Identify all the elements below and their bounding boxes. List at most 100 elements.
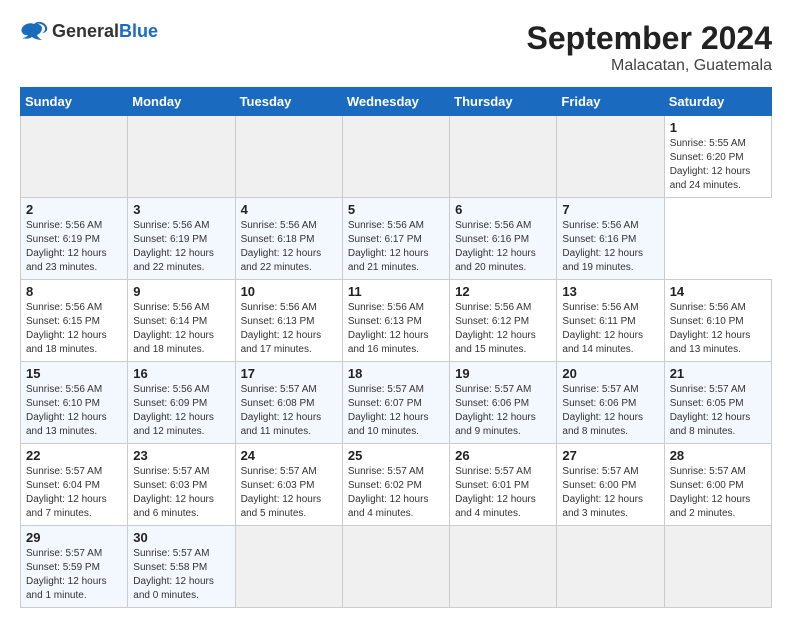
day-detail: Sunrise: 5:57 AMSunset: 6:03 PMDaylight:… bbox=[241, 466, 322, 519]
logo: GeneralBlue bbox=[20, 20, 158, 44]
calendar-cell: 17 Sunrise: 5:57 AMSunset: 6:08 PMDaylig… bbox=[235, 362, 342, 444]
calendar-cell: 20 Sunrise: 5:57 AMSunset: 6:06 PMDaylig… bbox=[557, 362, 664, 444]
location-title: Malacatan, Guatemala bbox=[527, 57, 772, 75]
day-number: 13 bbox=[562, 284, 658, 299]
day-number: 25 bbox=[348, 448, 444, 463]
calendar-cell bbox=[342, 116, 449, 198]
calendar-cell: 13 Sunrise: 5:56 AMSunset: 6:11 PMDaylig… bbox=[557, 280, 664, 362]
day-number: 26 bbox=[455, 448, 551, 463]
day-detail: Sunrise: 5:56 AMSunset: 6:18 PMDaylight:… bbox=[241, 220, 322, 273]
day-number: 11 bbox=[348, 284, 444, 299]
day-detail: Sunrise: 5:57 AMSunset: 6:02 PMDaylight:… bbox=[348, 466, 429, 519]
day-detail: Sunrise: 5:57 AMSunset: 5:58 PMDaylight:… bbox=[133, 548, 214, 601]
calendar-cell bbox=[128, 116, 235, 198]
day-detail: Sunrise: 5:57 AMSunset: 6:03 PMDaylight:… bbox=[133, 466, 214, 519]
calendar-cell: 21 Sunrise: 5:57 AMSunset: 6:05 PMDaylig… bbox=[664, 362, 771, 444]
calendar-cell bbox=[450, 526, 557, 608]
day-number: 30 bbox=[133, 530, 229, 545]
logo-icon bbox=[20, 20, 48, 44]
day-number: 27 bbox=[562, 448, 658, 463]
day-detail: Sunrise: 5:57 AMSunset: 6:04 PMDaylight:… bbox=[26, 466, 107, 519]
day-detail: Sunrise: 5:57 AMSunset: 6:00 PMDaylight:… bbox=[670, 466, 751, 519]
calendar-week-0: 1 Sunrise: 5:55 AMSunset: 6:20 PMDayligh… bbox=[21, 116, 772, 198]
calendar-cell: 12 Sunrise: 5:56 AMSunset: 6:12 PMDaylig… bbox=[450, 280, 557, 362]
day-detail: Sunrise: 5:56 AMSunset: 6:09 PMDaylight:… bbox=[133, 384, 214, 437]
day-number: 14 bbox=[670, 284, 766, 299]
calendar-cell bbox=[342, 526, 449, 608]
calendar-cell bbox=[664, 526, 771, 608]
calendar-cell: 5 Sunrise: 5:56 AMSunset: 6:17 PMDayligh… bbox=[342, 198, 449, 280]
day-detail: Sunrise: 5:56 AMSunset: 6:19 PMDaylight:… bbox=[133, 220, 214, 273]
calendar-cell bbox=[235, 116, 342, 198]
day-detail: Sunrise: 5:56 AMSunset: 6:16 PMDaylight:… bbox=[455, 220, 536, 273]
calendar-cell: 23 Sunrise: 5:57 AMSunset: 6:03 PMDaylig… bbox=[128, 444, 235, 526]
day-number: 16 bbox=[133, 366, 229, 381]
day-detail: Sunrise: 5:57 AMSunset: 6:01 PMDaylight:… bbox=[455, 466, 536, 519]
day-detail: Sunrise: 5:56 AMSunset: 6:13 PMDaylight:… bbox=[348, 302, 429, 355]
day-number: 1 bbox=[670, 120, 766, 135]
day-detail: Sunrise: 5:57 AMSunset: 6:06 PMDaylight:… bbox=[455, 384, 536, 437]
calendar-cell: 16 Sunrise: 5:56 AMSunset: 6:09 PMDaylig… bbox=[128, 362, 235, 444]
day-detail: Sunrise: 5:57 AMSunset: 6:06 PMDaylight:… bbox=[562, 384, 643, 437]
day-number: 4 bbox=[241, 202, 337, 217]
day-detail: Sunrise: 5:56 AMSunset: 6:10 PMDaylight:… bbox=[26, 384, 107, 437]
day-number: 24 bbox=[241, 448, 337, 463]
header-saturday: Saturday bbox=[664, 88, 771, 116]
day-number: 29 bbox=[26, 530, 122, 545]
calendar-table: SundayMondayTuesdayWednesdayThursdayFrid… bbox=[20, 87, 772, 608]
day-detail: Sunrise: 5:57 AMSunset: 6:08 PMDaylight:… bbox=[241, 384, 322, 437]
calendar-cell: 29 Sunrise: 5:57 AMSunset: 5:59 PMDaylig… bbox=[21, 526, 128, 608]
day-detail: Sunrise: 5:57 AMSunset: 5:59 PMDaylight:… bbox=[26, 548, 107, 601]
day-detail: Sunrise: 5:56 AMSunset: 6:13 PMDaylight:… bbox=[241, 302, 322, 355]
day-number: 7 bbox=[562, 202, 658, 217]
calendar-cell bbox=[235, 526, 342, 608]
header-tuesday: Tuesday bbox=[235, 88, 342, 116]
calendar-cell: 22 Sunrise: 5:57 AMSunset: 6:04 PMDaylig… bbox=[21, 444, 128, 526]
header: GeneralBlue September 2024 Malacatan, Gu… bbox=[20, 20, 772, 75]
day-number: 20 bbox=[562, 366, 658, 381]
header-friday: Friday bbox=[557, 88, 664, 116]
calendar-week-3: 15 Sunrise: 5:56 AMSunset: 6:10 PMDaylig… bbox=[21, 362, 772, 444]
day-number: 21 bbox=[670, 366, 766, 381]
day-detail: Sunrise: 5:56 AMSunset: 6:10 PMDaylight:… bbox=[670, 302, 751, 355]
calendar-cell: 18 Sunrise: 5:57 AMSunset: 6:07 PMDaylig… bbox=[342, 362, 449, 444]
day-number: 6 bbox=[455, 202, 551, 217]
day-number: 8 bbox=[26, 284, 122, 299]
calendar-cell: 3 Sunrise: 5:56 AMSunset: 6:19 PMDayligh… bbox=[128, 198, 235, 280]
calendar-cell: 4 Sunrise: 5:56 AMSunset: 6:18 PMDayligh… bbox=[235, 198, 342, 280]
calendar-week-1: 2 Sunrise: 5:56 AMSunset: 6:19 PMDayligh… bbox=[21, 198, 772, 280]
calendar-cell bbox=[557, 116, 664, 198]
calendar-week-2: 8 Sunrise: 5:56 AMSunset: 6:15 PMDayligh… bbox=[21, 280, 772, 362]
calendar-cell: 25 Sunrise: 5:57 AMSunset: 6:02 PMDaylig… bbox=[342, 444, 449, 526]
calendar-cell: 24 Sunrise: 5:57 AMSunset: 6:03 PMDaylig… bbox=[235, 444, 342, 526]
day-detail: Sunrise: 5:56 AMSunset: 6:12 PMDaylight:… bbox=[455, 302, 536, 355]
day-detail: Sunrise: 5:55 AMSunset: 6:20 PMDaylight:… bbox=[670, 138, 751, 191]
calendar-cell: 30 Sunrise: 5:57 AMSunset: 5:58 PMDaylig… bbox=[128, 526, 235, 608]
calendar-week-4: 22 Sunrise: 5:57 AMSunset: 6:04 PMDaylig… bbox=[21, 444, 772, 526]
month-title: September 2024 bbox=[527, 20, 772, 57]
header-sunday: Sunday bbox=[21, 88, 128, 116]
header-wednesday: Wednesday bbox=[342, 88, 449, 116]
calendar-cell: 27 Sunrise: 5:57 AMSunset: 6:00 PMDaylig… bbox=[557, 444, 664, 526]
header-monday: Monday bbox=[128, 88, 235, 116]
day-number: 23 bbox=[133, 448, 229, 463]
day-number: 18 bbox=[348, 366, 444, 381]
calendar-cell: 15 Sunrise: 5:56 AMSunset: 6:10 PMDaylig… bbox=[21, 362, 128, 444]
logo-text: GeneralBlue bbox=[52, 22, 158, 42]
calendar-cell bbox=[557, 526, 664, 608]
day-number: 22 bbox=[26, 448, 122, 463]
calendar-cell: 9 Sunrise: 5:56 AMSunset: 6:14 PMDayligh… bbox=[128, 280, 235, 362]
calendar-cell bbox=[450, 116, 557, 198]
calendar-cell bbox=[21, 116, 128, 198]
calendar-cell: 11 Sunrise: 5:56 AMSunset: 6:13 PMDaylig… bbox=[342, 280, 449, 362]
calendar-cell: 2 Sunrise: 5:56 AMSunset: 6:19 PMDayligh… bbox=[21, 198, 128, 280]
day-detail: Sunrise: 5:56 AMSunset: 6:11 PMDaylight:… bbox=[562, 302, 643, 355]
calendar-cell: 1 Sunrise: 5:55 AMSunset: 6:20 PMDayligh… bbox=[664, 116, 771, 198]
day-number: 3 bbox=[133, 202, 229, 217]
calendar-cell: 19 Sunrise: 5:57 AMSunset: 6:06 PMDaylig… bbox=[450, 362, 557, 444]
header-thursday: Thursday bbox=[450, 88, 557, 116]
day-number: 10 bbox=[241, 284, 337, 299]
day-detail: Sunrise: 5:57 AMSunset: 6:00 PMDaylight:… bbox=[562, 466, 643, 519]
calendar-header-row: SundayMondayTuesdayWednesdayThursdayFrid… bbox=[21, 88, 772, 116]
calendar-cell: 28 Sunrise: 5:57 AMSunset: 6:00 PMDaylig… bbox=[664, 444, 771, 526]
